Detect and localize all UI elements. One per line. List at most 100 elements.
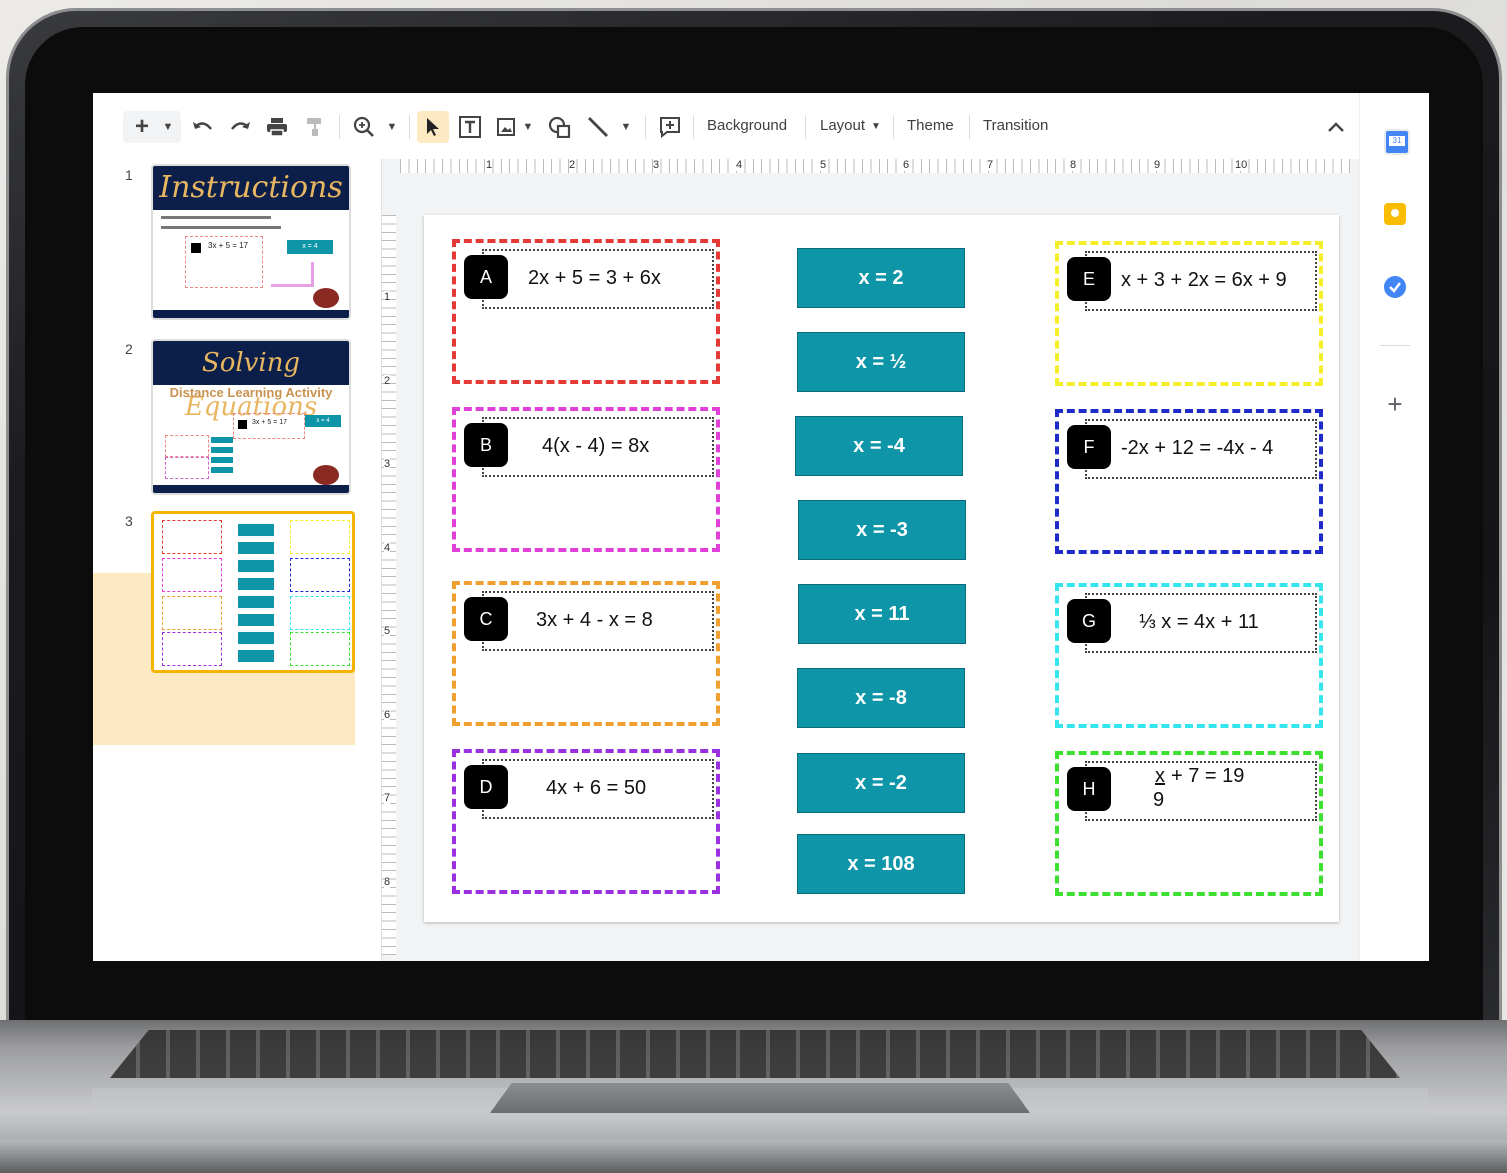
problem-box-g[interactable]: G ⅓ x = 4x + 11: [1055, 583, 1323, 728]
add-comment-icon[interactable]: [657, 113, 683, 141]
problem-box-a[interactable]: A 2x + 5 = 3 + 6x: [452, 239, 720, 384]
layout-button[interactable]: Layout: [820, 117, 865, 134]
problem-equation: 2x + 5 = 3 + 6x: [528, 267, 661, 289]
mini-answer: [238, 542, 274, 554]
problem-box-f[interactable]: F -2x + 12 = -4x - 4: [1055, 409, 1323, 554]
theme-button[interactable]: Theme: [907, 117, 954, 134]
mini-box: [165, 435, 209, 457]
redo-icon[interactable]: [227, 113, 253, 141]
fraction-denominator: 9: [1153, 789, 1165, 811]
image-icon[interactable]: [495, 113, 517, 141]
problem-letter: H: [1067, 767, 1111, 811]
calendar-icon[interactable]: 31: [1384, 129, 1410, 155]
zoom-dropdown-icon[interactable]: ▼: [385, 113, 399, 141]
logo: [313, 288, 339, 308]
new-slide-dropdown-icon[interactable]: ▼: [161, 113, 175, 141]
problem-box-b[interactable]: B 4(x - 4) = 8x: [452, 407, 720, 552]
laptop-keyboard: [110, 1030, 1400, 1078]
mini-box: [162, 558, 222, 592]
mini-answer: [238, 650, 274, 662]
slide-canvas[interactable]: A 2x + 5 = 3 + 6x B 4(x - 4) = 8x C 3x +…: [424, 215, 1339, 922]
problem-equation: 4(x - 4) = 8x: [542, 435, 650, 457]
fraction-numerator: x: [1155, 765, 1165, 787]
example-box: 3x + 5 = 17: [233, 413, 305, 439]
text-box-icon[interactable]: [457, 113, 483, 141]
layout-dropdown-icon[interactable]: ▼: [871, 121, 881, 132]
problem-equation: 3x + 4 - x = 8: [536, 609, 653, 631]
answer-tile[interactable]: x = -3: [798, 500, 966, 560]
mini-answer: [238, 596, 274, 608]
ruler-number: 4: [736, 159, 743, 171]
image-dropdown-icon[interactable]: ▼: [521, 113, 535, 141]
problem-box-d[interactable]: D 4x + 6 = 50: [452, 749, 720, 894]
problem-box-e[interactable]: E x + 3 + 2x = 6x + 9: [1055, 241, 1323, 386]
slide-thumbnail-2[interactable]: Solving Equations Distance Learning Acti…: [151, 339, 351, 495]
slide-thumbnail-3[interactable]: [151, 511, 355, 673]
answer-tile[interactable]: x = -4: [795, 416, 963, 476]
add-addon-button[interactable]: +: [1384, 389, 1406, 420]
horizontal-ruler: 1 2 3 4 5 6 7 8 9 10: [400, 159, 1350, 173]
answer-tile[interactable]: x = 2: [797, 248, 965, 308]
tasks-icon[interactable]: [1384, 276, 1406, 298]
line-dropdown-icon[interactable]: ▼: [619, 113, 633, 141]
toolbar-separator: [805, 115, 806, 139]
answer-tile[interactable]: x = 108: [797, 834, 965, 894]
ruler-number: 8: [384, 876, 391, 888]
laptop-trackpad: [490, 1083, 1030, 1113]
mini-answer: [238, 632, 274, 644]
problem-box-c[interactable]: C 3x + 4 - x = 8: [452, 581, 720, 726]
slide-title: Solving Equations: [153, 341, 349, 422]
keep-icon[interactable]: [1384, 203, 1406, 225]
problem-letter: C: [464, 597, 508, 641]
mini-answer: [211, 467, 233, 473]
ruler-number: 7: [384, 792, 391, 804]
side-panel: 31 +: [1359, 93, 1429, 961]
print-icon[interactable]: [265, 113, 289, 141]
mini-box: [162, 632, 222, 666]
line-icon[interactable]: [585, 113, 611, 141]
panel-divider: [1380, 345, 1410, 346]
slide-number: 3: [125, 513, 133, 529]
new-slide-button[interactable]: +: [131, 113, 153, 141]
answer-tile[interactable]: x = ½: [797, 332, 965, 392]
mini-answer: [211, 437, 233, 443]
ruler-number: 10: [1235, 159, 1248, 171]
mini-box: [290, 632, 350, 666]
ruler-number: 7: [987, 159, 994, 171]
problem-box-h[interactable]: H x 9 + 7 = 19: [1055, 751, 1323, 896]
transition-button[interactable]: Transition: [983, 117, 1048, 134]
problem-letter: B: [464, 423, 508, 467]
background-button[interactable]: Background: [707, 117, 787, 134]
paint-format-icon[interactable]: [303, 113, 327, 141]
answer-tile[interactable]: x = -8: [797, 668, 965, 728]
thumb-footer: [153, 310, 349, 318]
example-letter: [191, 243, 201, 253]
example-equation: 3x + 5 = 17: [252, 419, 288, 426]
ruler-number: 2: [569, 159, 576, 171]
ruler-number: 2: [384, 375, 391, 387]
example-answer: x = 4: [287, 240, 333, 254]
answer-tile[interactable]: x = 11: [798, 584, 966, 644]
collapse-toolbar-icon[interactable]: [1325, 113, 1347, 141]
problem-equation: + 7 = 19: [1171, 765, 1245, 787]
slide-number: 2: [125, 341, 133, 357]
mini-box: [165, 457, 209, 479]
mini-box: [290, 596, 350, 630]
toolbar-separator: [693, 115, 694, 139]
example-equation: 3x + 5 = 17: [208, 241, 249, 250]
ruler-number: 1: [486, 159, 493, 171]
vertical-ruler: 1 2 3 4 5 6 7 8: [382, 215, 396, 955]
answer-tile[interactable]: x = -2: [797, 753, 965, 813]
problem-equation: x + 3 + 2x = 6x + 9: [1121, 269, 1287, 291]
ruler-number: 6: [384, 709, 391, 721]
undo-icon[interactable]: [190, 113, 216, 141]
slide-thumbnail-1[interactable]: Instructions 3x + 5 = 17 x = 4: [151, 164, 351, 320]
thumb-footer: [153, 485, 349, 493]
example-answer: x = 4: [305, 415, 341, 427]
zoom-icon[interactable]: [351, 113, 377, 141]
problem-letter: E: [1067, 257, 1111, 301]
ruler-number: 4: [384, 542, 391, 554]
shape-icon[interactable]: [547, 113, 573, 141]
select-cursor-icon[interactable]: [421, 113, 445, 141]
slide-title: Instructions: [153, 166, 349, 210]
